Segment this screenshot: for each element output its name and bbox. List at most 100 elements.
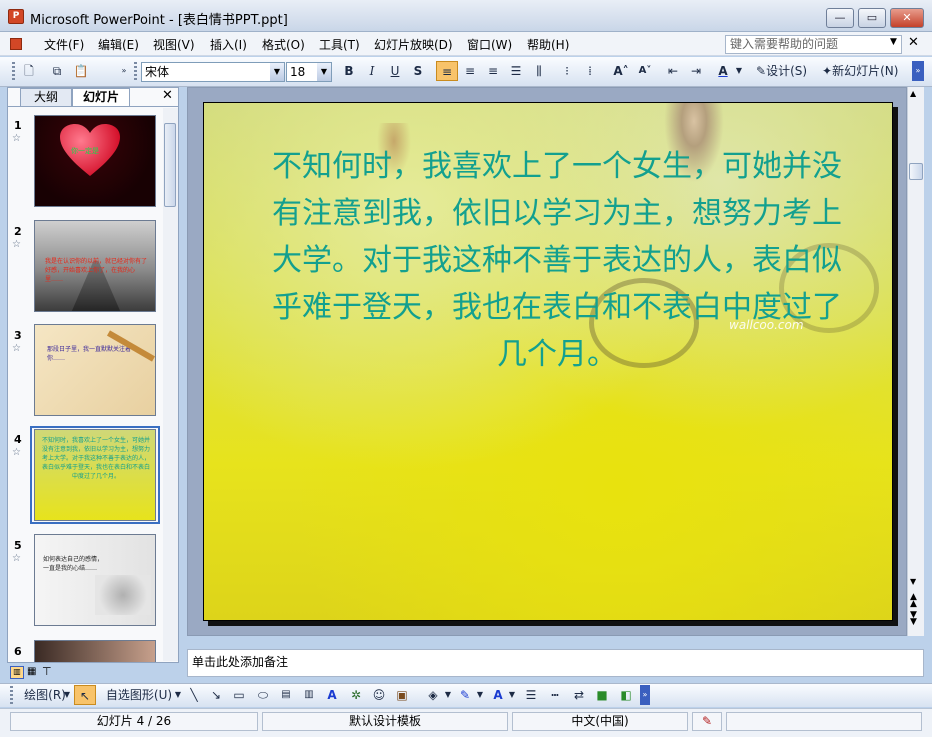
toolbar-grip[interactable]: [10, 686, 13, 706]
slideshow-icon[interactable]: ⊤: [42, 665, 52, 678]
line-icon[interactable]: ╲: [186, 685, 202, 705]
powerpoint-app-icon[interactable]: P: [8, 9, 24, 24]
next-slide-icon[interactable]: ▼ ▼: [910, 611, 917, 627]
select-pointer-icon[interactable]: ↖: [74, 685, 96, 705]
chevron-down-icon[interactable]: ▼: [270, 63, 284, 81]
slide-thumbnail-6[interactable]: [34, 640, 156, 662]
slide-scrollbar[interactable]: ▲ ▼ ▲ ▲ ▼ ▼: [907, 87, 924, 636]
distribute-icon[interactable]: ☰: [507, 61, 525, 81]
italic-button[interactable]: I: [363, 61, 381, 81]
design-button[interactable]: ✎设计(S): [756, 61, 818, 81]
new-document-icon[interactable]: 🗋: [20, 61, 38, 81]
slide-sorter-icon[interactable]: ▦: [27, 666, 36, 677]
chevron-down-icon[interactable]: ▼: [890, 37, 897, 47]
font-name-select[interactable]: 宋体 ▼: [141, 62, 285, 82]
help-search-input[interactable]: 键入需要帮助的问题: [725, 35, 902, 54]
shadow-button[interactable]: S: [409, 61, 427, 81]
oval-icon[interactable]: ⬭: [254, 685, 272, 705]
align-right-icon[interactable]: ≡: [484, 61, 502, 81]
current-slide[interactable]: wallcoo.com 不知何时，我喜欢上了一个女生，可她并没有注意到我，依旧以…: [203, 102, 893, 621]
slide-thumbnail-1[interactable]: 你一定是: [34, 115, 156, 207]
toolbar-options-icon[interactable]: »: [640, 685, 650, 705]
menu-help[interactable]: 帮助(H): [527, 36, 569, 53]
rectangle-icon[interactable]: ▭: [231, 685, 247, 705]
slides-scrollbar[interactable]: [163, 108, 178, 661]
increase-indent-icon[interactable]: ⇥: [687, 61, 705, 81]
shadow-style-icon[interactable]: ■: [594, 685, 610, 705]
line-style-icon[interactable]: ☰: [522, 685, 540, 705]
menu-window[interactable]: 窗口(W): [467, 36, 512, 53]
font-color-icon[interactable]: A: [490, 685, 506, 705]
chevron-down-icon[interactable]: ▼: [444, 685, 452, 705]
decrease-indent-icon[interactable]: ⇤: [664, 61, 682, 81]
chevron-down-icon[interactable]: ▼: [734, 61, 744, 81]
maximize-button[interactable]: ▭: [858, 8, 886, 28]
toolbar-options-icon[interactable]: »: [912, 61, 924, 81]
menu-tools[interactable]: 工具(T): [319, 36, 360, 53]
font-color-icon[interactable]: A: [714, 61, 732, 81]
autoshapes-button[interactable]: 自选图形(U): [104, 685, 174, 705]
bullets-icon[interactable]: ⁞: [581, 61, 599, 81]
menu-insert[interactable]: 插入(I): [210, 36, 247, 53]
spellcheck-icon[interactable]: ✎: [692, 712, 722, 731]
menu-slideshow[interactable]: 幻灯片放映(D): [374, 36, 453, 53]
chevron-down-icon[interactable]: ▼: [508, 685, 516, 705]
font-size-select[interactable]: 18 ▼: [286, 62, 332, 82]
close-document-icon[interactable]: ✕: [908, 35, 919, 50]
paste-icon[interactable]: 📋: [72, 61, 90, 81]
menu-file[interactable]: 文件(F): [44, 36, 84, 53]
slide-thumbnail-4[interactable]: 不知何时，我喜欢上了一个女生，可她并没有注意到我，依旧以学习为主，想努力考上大学…: [34, 429, 156, 521]
previous-slide-icon[interactable]: ▲ ▲: [910, 593, 917, 609]
toolbar-grip[interactable]: [12, 62, 15, 82]
textbox-icon[interactable]: ▤: [278, 685, 294, 705]
close-button[interactable]: ✕: [890, 8, 924, 28]
scroll-up-icon[interactable]: ▲: [910, 89, 916, 98]
bold-button[interactable]: B: [340, 61, 358, 81]
toolbar-options-icon[interactable]: »: [118, 61, 130, 81]
menu-edit[interactable]: 编辑(E): [98, 36, 139, 53]
chevron-down-icon[interactable]: ▼: [476, 685, 484, 705]
notes-input[interactable]: 单击此处添加备注: [187, 649, 924, 677]
increase-font-icon[interactable]: A˄: [610, 61, 632, 81]
close-pane-icon[interactable]: ✕: [162, 88, 173, 103]
slide-thumbnail-3[interactable]: 那段日子里，我一直默默关注着你……: [34, 324, 156, 416]
3d-style-icon[interactable]: ◧: [618, 685, 634, 705]
wordart-icon[interactable]: A: [324, 685, 340, 705]
toolbar-grip[interactable]: [134, 62, 137, 82]
scrollbar-thumb[interactable]: [909, 163, 923, 180]
align-center-icon[interactable]: ≡: [461, 61, 479, 81]
star-icon: ☆: [12, 239, 21, 250]
document-icon[interactable]: [10, 38, 22, 50]
menu-view[interactable]: 视图(V): [153, 36, 195, 53]
clipart-icon[interactable]: ☺: [371, 685, 387, 705]
align-left-icon[interactable]: ≡: [436, 61, 458, 81]
copy-icon[interactable]: ⧉: [48, 61, 66, 81]
vertical-textbox-icon[interactable]: ▥: [301, 685, 317, 705]
slide-thumbnail-2[interactable]: 我是在认识你的以前，就已经对你有了好感，开始喜欢上你了，在我的心里……: [34, 220, 156, 312]
tab-outline[interactable]: 大纲: [20, 88, 72, 106]
scroll-down-icon[interactable]: ▼: [910, 577, 916, 586]
underline-button[interactable]: U: [386, 61, 404, 81]
minimize-button[interactable]: —: [826, 8, 854, 28]
slide-body-text[interactable]: 不知何时，我喜欢上了一个女生，可她并没有注意到我，依旧以学习为主，想努力考上大学…: [262, 143, 852, 378]
picture-icon[interactable]: ▣: [394, 685, 410, 705]
menu-format[interactable]: 格式(O): [262, 36, 305, 53]
new-slide-button[interactable]: ✦新幻灯片(N): [822, 61, 910, 81]
dash-style-icon[interactable]: ┅: [546, 685, 564, 705]
chevron-down-icon[interactable]: ▼: [174, 685, 182, 705]
slide-thumbnail-5[interactable]: 如何表达自己的感情，一直是我的心结……: [34, 534, 156, 626]
column-icon[interactable]: ⫼: [530, 61, 548, 81]
arrow-icon[interactable]: ↘: [208, 685, 224, 705]
diagram-icon[interactable]: ✲: [348, 685, 364, 705]
arrow-style-icon[interactable]: ⇄: [570, 685, 588, 705]
chevron-down-icon[interactable]: ▼: [317, 63, 331, 81]
line-color-icon[interactable]: ✎: [456, 685, 474, 705]
numbering-icon[interactable]: ⁝: [558, 61, 576, 81]
normal-view-icon[interactable]: ▥: [10, 666, 24, 679]
scrollbar-thumb[interactable]: [164, 123, 176, 207]
tab-slides[interactable]: 幻灯片: [72, 88, 130, 106]
chevron-down-icon[interactable]: ▼: [63, 685, 71, 705]
star-icon: ☆: [12, 553, 21, 564]
decrease-font-icon[interactable]: A˅: [634, 61, 656, 81]
fill-color-icon[interactable]: ◈: [424, 685, 442, 705]
